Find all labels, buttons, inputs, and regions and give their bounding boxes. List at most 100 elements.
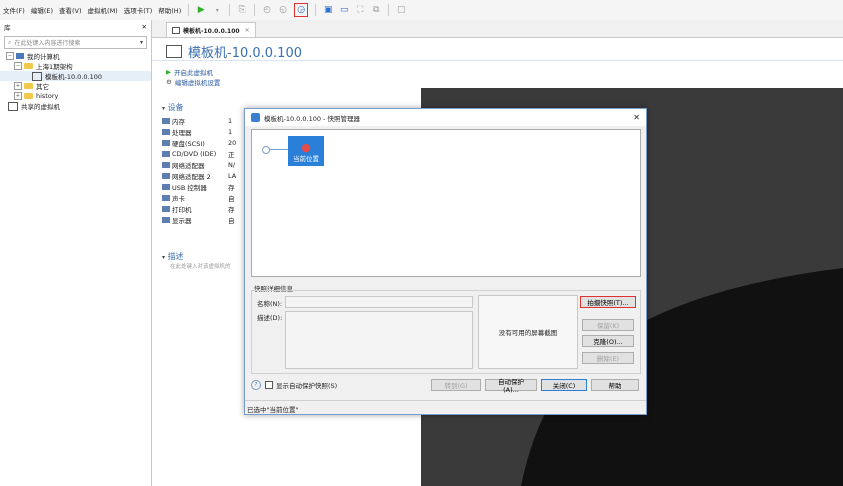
dialog-title: 模板机-10.0.0.100 - 快照管理器 — [264, 114, 360, 123]
help-button[interactable]: 帮助 — [591, 379, 639, 391]
toolbar-separator — [315, 4, 317, 16]
shared-vm-icon — [8, 101, 18, 111]
tree-item-folder[interactable]: − 上海1期架构 — [0, 61, 151, 71]
tab-vm[interactable]: 模板机-10.0.0.100 ✕ — [166, 22, 256, 37]
toolbar-separator — [388, 4, 390, 16]
device-name: 声卡 — [172, 194, 185, 203]
power-dropdown-icon[interactable]: ▾ — [212, 5, 222, 15]
expand-icon[interactable]: + — [14, 92, 22, 100]
tree-item-folder[interactable]: + history — [0, 91, 151, 101]
console-view-icon[interactable]: ▢ — [396, 5, 406, 15]
autoprotect-check-label: 显示自动保护快照(S) — [276, 382, 338, 390]
collapse-icon[interactable]: − — [6, 52, 14, 60]
menu-tabs[interactable]: 选项卡(T) — [121, 5, 156, 15]
clone-button[interactable]: 克隆(O)... — [582, 335, 634, 347]
menu-edit[interactable]: 编辑(E) — [28, 5, 56, 15]
expand-icon[interactable]: + — [14, 82, 22, 90]
devices-header[interactable]: ▾ 设备 — [162, 102, 257, 113]
edit-settings-link[interactable]: ⚙ 编辑虚拟机设置 — [166, 77, 220, 87]
library-search-input[interactable]: ⌕ 在此处键入内容进行搜索 ▾ — [4, 36, 147, 49]
close-button[interactable]: 关闭(C) — [541, 379, 587, 391]
device-row[interactable]: 硬盘(SCSI) 20 — [162, 137, 257, 148]
computer-icon — [16, 53, 24, 59]
snapshot-root-node[interactable] — [262, 146, 270, 154]
vm-icon — [166, 45, 182, 58]
device-name: 处理器 — [172, 128, 192, 137]
show-library-icon[interactable]: ▣ — [323, 5, 333, 15]
autoprotect-checkbox[interactable] — [265, 381, 273, 389]
device-row[interactable]: CD/DVD (IDE) 正 — [162, 148, 257, 159]
search-icon: ⌕ — [8, 38, 12, 46]
device-row[interactable]: 声卡 自 — [162, 192, 257, 203]
menu-bar: 文件(F) 编辑(E) 查看(V) 虚拟机(M) 选项卡(T) 帮助(H) ▶ … — [0, 0, 843, 20]
tree-label: 其它 — [36, 83, 49, 91]
help-icon[interactable]: ? — [251, 380, 261, 390]
menu-file[interactable]: 文件(F) — [0, 5, 28, 15]
close-icon[interactable]: ✕ — [633, 113, 640, 122]
close-icon[interactable]: ✕ — [245, 27, 250, 34]
device-row[interactable]: 网络适配器 2 LA — [162, 170, 257, 181]
snapshot-manager-dialog: 模板机-10.0.0.100 - 快照管理器 ✕ ● 当前位置 快照详细信息 名… — [244, 108, 647, 415]
status-text: 已选中"当前位置" — [247, 406, 299, 414]
current-position-label: 当前位置 — [293, 155, 319, 163]
menu-vm[interactable]: 虚拟机(M) — [85, 5, 121, 15]
tree-item-my-computer[interactable]: − 我的计算机 — [0, 51, 151, 61]
autoprotect-button[interactable]: 自动保护(A)... — [485, 378, 537, 394]
menu-view[interactable]: 查看(V) — [56, 5, 85, 15]
device-name: 网络适配器 2 — [172, 172, 211, 181]
take-snapshot-button[interactable]: 拍摄快照(T)... — [580, 296, 636, 308]
fullscreen-icon[interactable]: ⛶ — [355, 5, 365, 15]
current-position-node[interactable]: ● 当前位置 — [288, 136, 324, 166]
snapshot-icon[interactable]: ◴ — [262, 5, 272, 15]
tree-item-shared[interactable]: 共享的虚拟机 — [0, 101, 151, 111]
unity-icon[interactable]: ⧉ — [371, 5, 381, 15]
description-header[interactable]: ▾ 描述 — [162, 251, 231, 262]
no-screenshot-text: 没有可用的屏幕截图 — [498, 329, 558, 337]
device-icon — [162, 205, 170, 212]
menu-help[interactable]: 帮助(H) — [155, 5, 184, 15]
device-value: 正 — [228, 150, 235, 159]
send-keys-icon[interactable]: ⎘ — [237, 5, 247, 15]
tree-item-vm[interactable]: 模板机-10.0.0.100 — [0, 71, 151, 81]
revert-snapshot-icon[interactable]: ◵ — [278, 5, 288, 15]
play-icon: ▶ — [166, 68, 171, 76]
device-row[interactable]: 内存 1 — [162, 115, 257, 126]
device-row[interactable]: 处理器 1 — [162, 126, 257, 137]
device-value: 存 — [228, 205, 235, 214]
tree-label: 我的计算机 — [27, 53, 60, 61]
vm-icon — [32, 71, 42, 81]
device-row[interactable]: 网络适配器 N/ — [162, 159, 257, 170]
device-row[interactable]: USB 控制器 存 — [162, 181, 257, 192]
delete-button[interactable]: 删除(E) — [582, 352, 634, 364]
tree-label: history — [36, 92, 59, 100]
device-row[interactable]: 显示器 自 — [162, 214, 257, 225]
vm-icon — [172, 26, 180, 34]
device-name: CD/DVD (IDE) — [172, 149, 217, 158]
snapshot-description-field[interactable] — [285, 311, 473, 369]
device-list: 内存 1 处理器 1 硬盘(SCSI) 20 CD/DVD (IDE) 正网络适配器 N/网络适… — [162, 115, 257, 225]
folder-icon — [24, 93, 33, 99]
thumbnail-bar-icon[interactable]: ▭ — [339, 5, 349, 15]
dialog-titlebar: 模板机-10.0.0.100 - 快照管理器 ✕ — [245, 109, 646, 126]
autoprotect-row: ? 显示自动保护快照(S) — [251, 380, 337, 390]
snapshot-tree-canvas[interactable]: ● 当前位置 — [251, 129, 641, 277]
snapshot-manager-icon[interactable]: ◶ — [294, 3, 309, 17]
folder-icon — [24, 83, 33, 89]
device-row[interactable]: 打印机 存 — [162, 203, 257, 214]
keep-button[interactable]: 保留(K) — [582, 319, 634, 331]
goto-button[interactable]: 转到(G) — [431, 379, 481, 391]
device-value: 1 — [228, 116, 233, 125]
device-name: USB 控制器 — [172, 183, 207, 192]
collapse-icon[interactable]: − — [14, 62, 22, 70]
power-on-link[interactable]: ▶ 开启此虚拟机 — [166, 67, 220, 77]
device-icon — [162, 128, 170, 135]
close-icon[interactable]: ✕ — [142, 23, 147, 31]
chevron-down-icon[interactable]: ▾ — [140, 39, 143, 46]
description-placeholder[interactable]: 在此处键入对该虚拟机的 — [170, 262, 231, 270]
tree-item-folder[interactable]: + 其它 — [0, 81, 151, 91]
device-icon — [162, 150, 170, 157]
snapshot-name-field[interactable] — [285, 296, 473, 308]
toolbar-separator — [188, 4, 190, 16]
power-on-icon[interactable]: ▶ — [196, 5, 206, 15]
toolbar-separator — [254, 4, 256, 16]
